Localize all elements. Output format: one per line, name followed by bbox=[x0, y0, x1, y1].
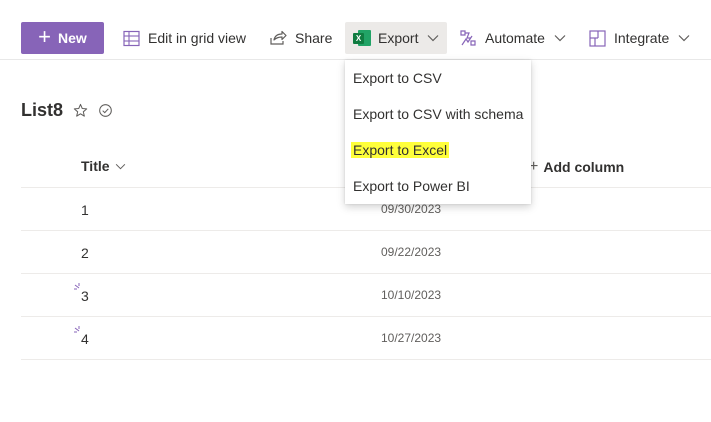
excel-icon: X bbox=[353, 30, 371, 46]
new-button-label: New bbox=[58, 30, 87, 46]
menu-item-export-power-bi[interactable]: Export to Power BI bbox=[353, 178, 470, 194]
automate-label: Automate bbox=[485, 30, 545, 46]
export-button[interactable]: X Export bbox=[345, 22, 448, 54]
row-date: 09/30/2023 bbox=[381, 202, 442, 216]
share-label: Share bbox=[295, 30, 333, 46]
menu-item-export-excel[interactable]: Export to Excel bbox=[351, 142, 450, 158]
row-divider bbox=[21, 230, 711, 231]
row-divider bbox=[21, 359, 711, 360]
grid-icon bbox=[123, 30, 140, 46]
column-header-title[interactable]: Title bbox=[81, 158, 126, 174]
row-title[interactable]: 3 bbox=[81, 288, 89, 304]
menu-item-export-csv-schema[interactable]: Export to CSV with schema bbox=[353, 106, 523, 122]
row-divider bbox=[21, 316, 711, 317]
list-header: List8 bbox=[21, 100, 113, 121]
row-title[interactable]: 2 bbox=[81, 245, 89, 261]
integrate-label: Integrate bbox=[614, 30, 670, 46]
command-bar: + New Edit in grid view Share X Export A… bbox=[0, 0, 711, 60]
row-title[interactable]: 4 bbox=[81, 331, 89, 347]
add-column-label: Add column bbox=[543, 159, 625, 175]
export-dropdown-menu: Export to CSV Export to CSV with schema … bbox=[345, 60, 531, 204]
menu-item-export-csv[interactable]: Export to CSV bbox=[353, 70, 442, 86]
new-button[interactable]: + New bbox=[21, 22, 104, 54]
automate-icon bbox=[460, 30, 476, 46]
integrate-button[interactable]: Integrate bbox=[589, 22, 690, 54]
row-date: 10/10/2023 bbox=[381, 288, 442, 302]
edit-grid-view-label: Edit in grid view bbox=[148, 30, 247, 46]
share-button[interactable]: Share bbox=[269, 22, 332, 54]
integrate-icon bbox=[589, 29, 606, 47]
automate-button[interactable]: Automate bbox=[459, 22, 566, 54]
edit-grid-view-button[interactable]: Edit in grid view bbox=[123, 22, 246, 54]
plus-icon: + bbox=[38, 24, 52, 49]
star-icon[interactable] bbox=[73, 103, 88, 118]
chevron-down-icon bbox=[554, 35, 566, 42]
chevron-down-icon bbox=[428, 35, 439, 42]
chevron-down-icon bbox=[678, 35, 690, 42]
column-header-title-label: Title bbox=[81, 158, 110, 174]
check-circle-icon[interactable] bbox=[98, 103, 113, 118]
row-title[interactable]: 1 bbox=[81, 202, 89, 218]
export-label: Export bbox=[378, 30, 419, 46]
chevron-down-icon bbox=[115, 163, 125, 169]
row-date: 09/22/2023 bbox=[381, 245, 442, 259]
share-icon bbox=[270, 30, 287, 45]
add-column-button[interactable]: + Add column bbox=[529, 158, 624, 176]
row-date: 10/27/2023 bbox=[381, 331, 442, 345]
page-title: List8 bbox=[21, 100, 64, 120]
row-divider bbox=[21, 273, 711, 274]
